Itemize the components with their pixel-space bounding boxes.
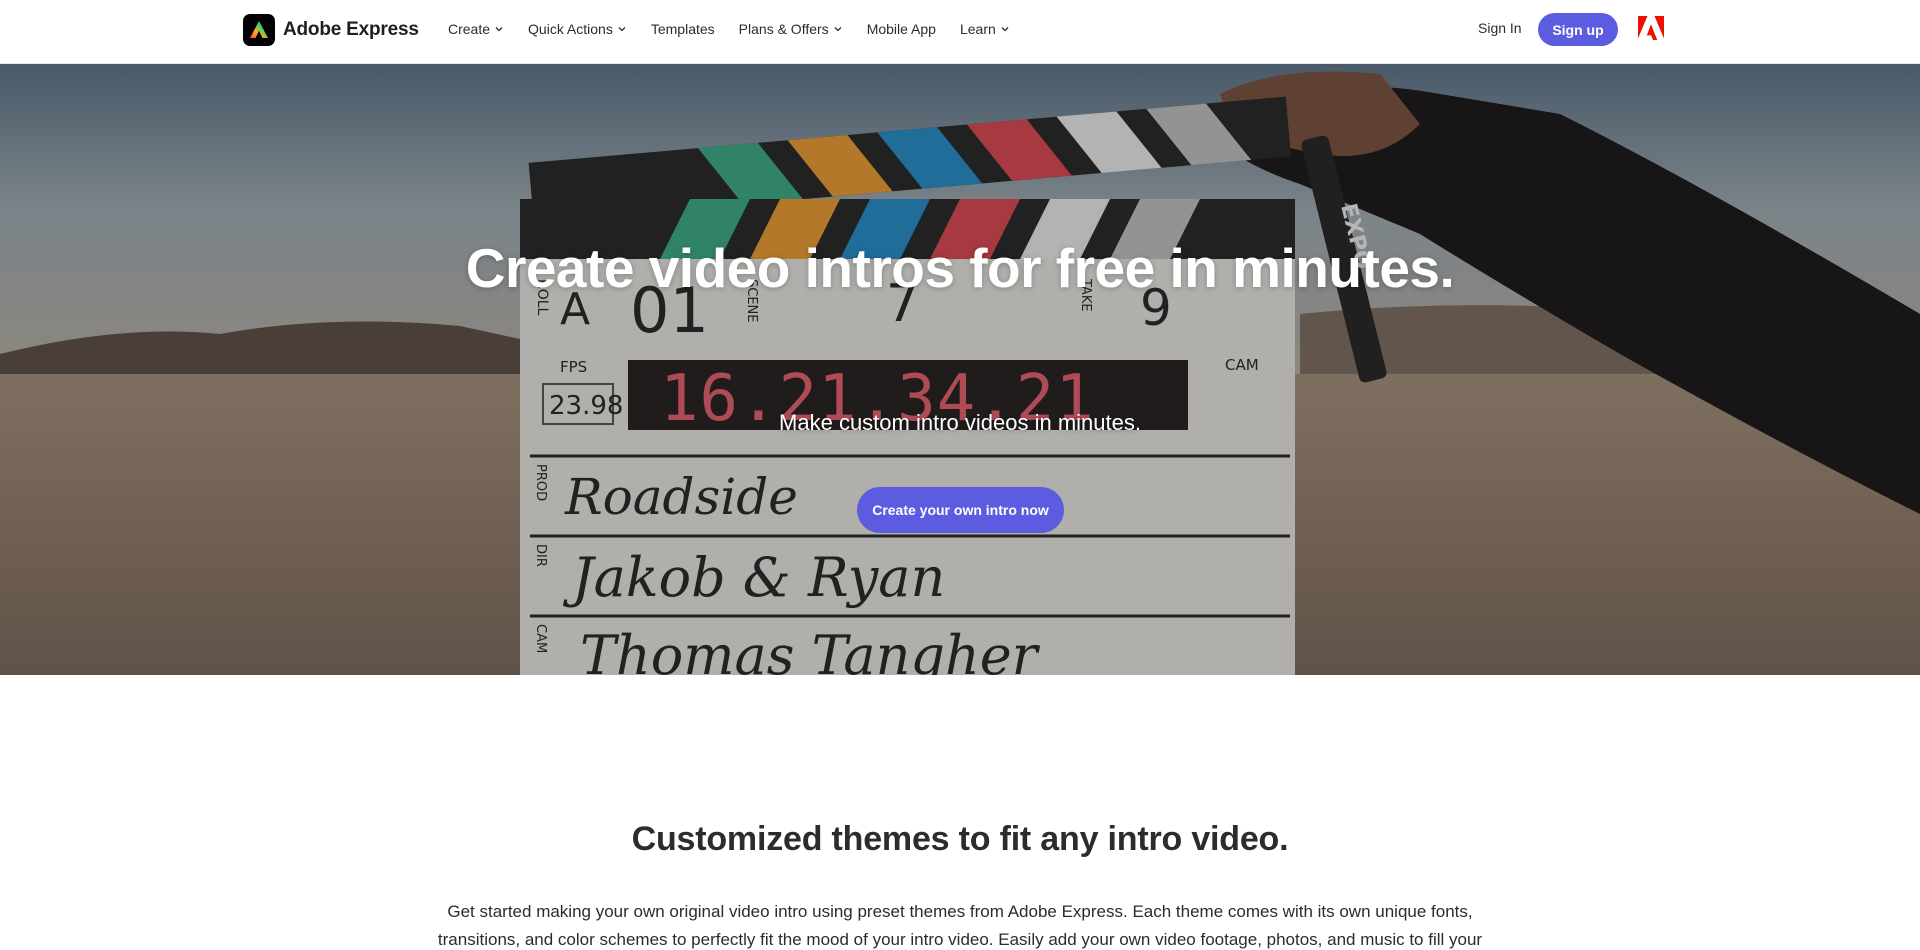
adobe-express-logo-icon bbox=[243, 14, 275, 46]
create-intro-button[interactable]: Create your own intro now bbox=[857, 487, 1064, 533]
menu-item-create[interactable]: Create bbox=[448, 21, 504, 37]
menu-item-label: Mobile App bbox=[866, 21, 936, 37]
section-description: Get started making your own original vid… bbox=[437, 902, 1483, 949]
brand-name: Adobe Express bbox=[283, 19, 419, 40]
menu-item-plans-offers[interactable]: Plans & Offers bbox=[739, 21, 843, 37]
chevron-down-icon bbox=[834, 27, 842, 32]
top-navigation: Adobe Express Create Quick Actions Templ… bbox=[0, 0, 1920, 64]
chevron-down-icon bbox=[618, 27, 626, 32]
chevron-down-icon bbox=[1001, 27, 1009, 32]
menu-item-quick-actions[interactable]: Quick Actions bbox=[528, 21, 627, 37]
menu-item-templates[interactable]: Templates bbox=[651, 21, 715, 37]
menu-item-label: Create bbox=[448, 21, 491, 37]
main-menu: Create Quick Actions Templates Plans & O… bbox=[448, 0, 1034, 58]
hero-banner: ROLL A 01 SCENE 7 TAKE 9 FPS 23.98 CAM 1… bbox=[0, 64, 1920, 675]
menu-item-label: Templates bbox=[650, 21, 715, 37]
brand-link[interactable]: Adobe Express bbox=[243, 14, 419, 46]
sign-up-button[interactable]: Sign up bbox=[1538, 13, 1618, 46]
hero-title: Create video intros for free in minutes. bbox=[465, 237, 1455, 299]
menu-item-label: Plans & Offers bbox=[738, 21, 829, 37]
adobe-logo-icon[interactable] bbox=[1638, 16, 1664, 40]
hero-dim-overlay bbox=[0, 64, 1920, 675]
sign-in-link[interactable]: Sign In bbox=[1478, 20, 1522, 36]
section-title: Customized themes to fit any intro video… bbox=[631, 820, 1289, 858]
menu-item-mobile-app[interactable]: Mobile App bbox=[867, 21, 936, 37]
menu-item-label: Learn bbox=[959, 21, 996, 37]
menu-item-learn[interactable]: Learn bbox=[960, 21, 1010, 37]
chevron-down-icon bbox=[495, 27, 503, 32]
hero-subtitle: Make custom intro videos in minutes. bbox=[779, 410, 1141, 435]
menu-item-label: Quick Actions bbox=[528, 21, 613, 37]
